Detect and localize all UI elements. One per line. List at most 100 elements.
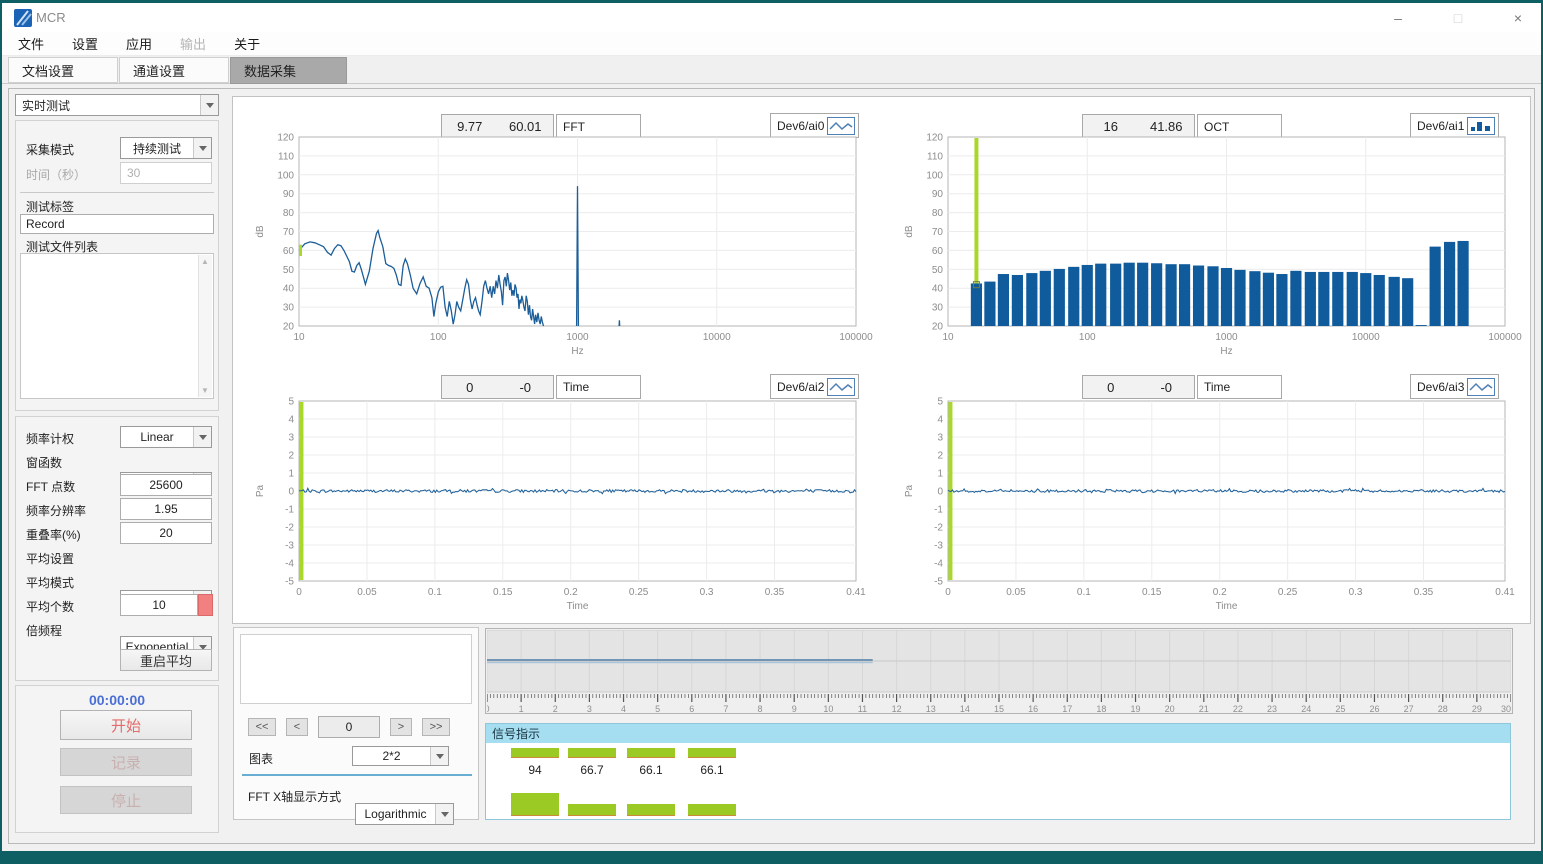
svg-text:10: 10 xyxy=(293,332,305,343)
svg-text:0.05: 0.05 xyxy=(1006,587,1026,598)
svg-text:20: 20 xyxy=(283,322,295,333)
start-button[interactable]: 开始 xyxy=(60,710,192,740)
chevron-down-icon xyxy=(430,747,448,765)
svg-text:0: 0 xyxy=(288,487,294,498)
fft-xaxis-value: Logarithmic xyxy=(356,807,435,821)
test-label-input[interactable] xyxy=(20,214,214,234)
timeline-panel[interactable]: 0123456789101112131415161718192021222324… xyxy=(485,628,1513,714)
cursor-x-value: 0 xyxy=(442,380,498,395)
svg-text:110: 110 xyxy=(927,151,943,162)
nav-next-button[interactable]: > xyxy=(390,718,412,736)
param-input-4[interactable] xyxy=(120,522,212,544)
menu-apply[interactable]: 应用 xyxy=(126,34,152,53)
svg-text:25: 25 xyxy=(1335,704,1345,714)
acq-mode-select[interactable]: 持续测试 xyxy=(120,137,212,159)
menu-output: 输出 xyxy=(180,34,206,53)
svg-text:100: 100 xyxy=(277,170,294,181)
signal-bar xyxy=(688,748,736,758)
param-input-3[interactable] xyxy=(120,498,212,520)
svg-text:-3: -3 xyxy=(285,541,294,552)
svg-text:80: 80 xyxy=(932,208,944,219)
time3-plot[interactable]: -5-4-3-2-101234500.050.10.150.20.250.30.… xyxy=(882,394,1531,620)
svg-text:60: 60 xyxy=(283,246,295,257)
acq-time-label: 时间（秒） xyxy=(26,166,86,183)
svg-text:0.15: 0.15 xyxy=(1142,587,1162,598)
param-select-0[interactable]: Linear xyxy=(120,426,212,448)
menu-bar: 文件 设置 应用 输出 关于 xyxy=(2,32,1541,56)
scroll-up-icon[interactable]: ▲ xyxy=(201,257,209,266)
param-label-7: 平均个数 xyxy=(26,598,74,615)
svg-text:9: 9 xyxy=(792,704,797,714)
param-input-7[interactable] xyxy=(120,594,198,616)
svg-text:Time: Time xyxy=(567,601,589,612)
svg-text:16: 16 xyxy=(1028,704,1038,714)
waveform-icon xyxy=(1467,378,1495,396)
timeline-svg[interactable]: 0123456789101112131415161718192021222324… xyxy=(487,630,1511,714)
svg-text:1000: 1000 xyxy=(1215,332,1238,343)
nav-position-value[interactable]: 0 xyxy=(318,716,380,738)
svg-text:50: 50 xyxy=(283,265,295,276)
svg-text:90: 90 xyxy=(932,189,944,200)
scroll-down-icon[interactable]: ▼ xyxy=(201,386,209,395)
chart-cell-fft: 9.77 60.01 FFT Dev6/ai0 2030405060708090… xyxy=(233,97,882,360)
cursor-y-value: -0 xyxy=(498,380,554,395)
nav-first-button[interactable]: << xyxy=(248,718,276,736)
average-alert-indicator xyxy=(198,594,213,616)
param-label-5: 平均设置 xyxy=(26,550,74,567)
chevron-down-icon xyxy=(435,804,453,824)
menu-about[interactable]: 关于 xyxy=(234,34,260,53)
svg-text:0.1: 0.1 xyxy=(1077,587,1091,598)
test-type-select[interactable]: 实时测试 xyxy=(15,94,219,116)
signal-value: 94 xyxy=(511,763,559,777)
svg-text:20: 20 xyxy=(1165,704,1175,714)
scrollbar[interactable]: ▲ ▼ xyxy=(198,255,212,397)
acquisition-group: 采集模式 持续测试 时间（秒） 测试标签 测试文件列表 ▲ ▼ xyxy=(15,120,219,411)
svg-text:1: 1 xyxy=(937,469,943,480)
restart-average-button[interactable]: 重启平均 xyxy=(120,649,212,671)
svg-text:Time: Time xyxy=(1216,601,1238,612)
tab-bar: 文档设置 通道设置 数据采集 xyxy=(2,56,1541,84)
svg-text:Hz: Hz xyxy=(571,346,583,357)
maximize-button[interactable]: □ xyxy=(1445,10,1471,26)
svg-text:-4: -4 xyxy=(285,559,294,570)
fft-plot[interactable]: 2030405060708090100110120101001000100001… xyxy=(233,131,882,359)
tab-channel-settings[interactable]: 通道设置 xyxy=(119,57,229,83)
channel-label: Dev6/ai2 xyxy=(777,380,824,394)
chart-layout-select[interactable]: 2*2 xyxy=(352,746,449,766)
param-label-1: 窗函数 xyxy=(26,454,62,471)
svg-text:0.41: 0.41 xyxy=(1495,587,1515,598)
svg-text:27: 27 xyxy=(1404,704,1414,714)
svg-text:Hz: Hz xyxy=(1220,346,1232,357)
chevron-down-icon xyxy=(200,95,218,115)
svg-text:4: 4 xyxy=(937,415,943,426)
menu-file[interactable]: 文件 xyxy=(18,34,44,53)
nav-prev-button[interactable]: < xyxy=(286,718,308,736)
svg-text:120: 120 xyxy=(277,133,294,144)
svg-text:dB: dB xyxy=(904,225,915,238)
svg-text:-1: -1 xyxy=(934,505,943,516)
oct-plot[interactable]: 2030405060708090100110120101001000100001… xyxy=(882,131,1531,359)
tab-document-settings[interactable]: 文档设置 xyxy=(8,57,118,83)
svg-text:70: 70 xyxy=(283,227,295,238)
chart-cell-time3: 0 -0 Time Dev6/ai3 -5-4-3-2-101234500.05… xyxy=(882,360,1531,623)
svg-text:90: 90 xyxy=(283,189,295,200)
param-label-8: 倍频程 xyxy=(26,622,62,639)
svg-text:-5: -5 xyxy=(285,577,294,588)
close-button[interactable]: × xyxy=(1505,10,1531,26)
tab-data-acquisition[interactable]: 数据采集 xyxy=(230,57,347,84)
svg-text:12: 12 xyxy=(892,704,902,714)
svg-text:0: 0 xyxy=(945,587,951,598)
svg-text:0.2: 0.2 xyxy=(564,587,578,598)
param-input-2[interactable] xyxy=(120,474,212,496)
svg-text:6: 6 xyxy=(689,704,694,714)
minimize-button[interactable]: – xyxy=(1385,10,1411,26)
menu-settings[interactable]: 设置 xyxy=(72,34,98,53)
fft-xaxis-select[interactable]: Logarithmic xyxy=(355,803,454,825)
svg-text:0.05: 0.05 xyxy=(357,587,377,598)
svg-text:11: 11 xyxy=(858,704,867,714)
app-logo-icon xyxy=(14,9,32,27)
svg-text:10000: 10000 xyxy=(1352,332,1380,343)
test-file-list[interactable]: ▲ ▼ xyxy=(20,253,214,399)
time2-plot[interactable]: -5-4-3-2-101234500.050.10.150.20.250.30.… xyxy=(233,394,882,620)
nav-last-button[interactable]: >> xyxy=(422,718,450,736)
